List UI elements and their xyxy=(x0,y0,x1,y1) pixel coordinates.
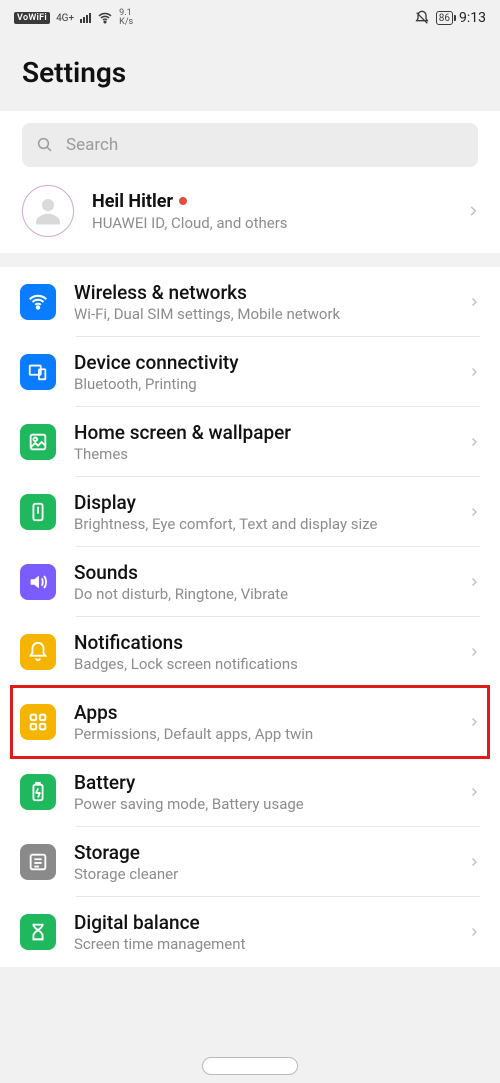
row-subtitle: Permissions, Default apps, App twin xyxy=(74,725,450,743)
notification-dot-icon xyxy=(179,197,187,205)
clock: 9:13 xyxy=(459,10,486,26)
row-subtitle: Wi-Fi, Dual SIM settings, Mobile network xyxy=(74,305,450,323)
apps-icon xyxy=(20,704,56,740)
row-title: Wireless & networks xyxy=(74,281,450,304)
notif-icon xyxy=(20,634,56,670)
profile-name: Heil Hitler xyxy=(92,191,448,212)
row-subtitle: Badges, Lock screen notifications xyxy=(74,655,450,673)
chevron-right-icon xyxy=(468,572,480,592)
settings-list: Wireless & networksWi-Fi, Dual SIM setti… xyxy=(0,267,500,967)
settings-row-display[interactable]: DisplayBrightness, Eye comfort, Text and… xyxy=(0,477,500,547)
chevron-right-icon xyxy=(468,712,480,732)
chevron-right-icon xyxy=(468,852,480,872)
row-title: Battery xyxy=(74,771,450,794)
row-subtitle: Do not disturb, Ringtone, Vibrate xyxy=(74,585,450,603)
signal-bars-icon xyxy=(80,13,91,23)
row-title: Device connectivity xyxy=(74,351,450,374)
battery-icon xyxy=(20,774,56,810)
dnd-icon xyxy=(414,10,430,26)
search-placeholder: Search xyxy=(66,135,118,155)
avatar xyxy=(22,185,74,237)
chevron-right-icon xyxy=(468,502,480,522)
settings-row-storage[interactable]: StorageStorage cleaner xyxy=(0,827,500,897)
profile-row[interactable]: Heil Hitler HUAWEI ID, Cloud, and others xyxy=(0,175,500,253)
row-subtitle: Storage cleaner xyxy=(74,865,450,883)
settings-row-notif[interactable]: NotificationsBadges, Lock screen notific… xyxy=(0,617,500,687)
row-title: Apps xyxy=(74,701,450,724)
settings-row-devconn[interactable]: Device connectivityBluetooth, Printing xyxy=(0,337,500,407)
chevron-right-icon xyxy=(468,432,480,452)
storage-icon xyxy=(20,844,56,880)
chevron-right-icon xyxy=(468,922,480,942)
row-title: Notifications xyxy=(74,631,450,654)
row-title: Digital balance xyxy=(74,911,450,934)
settings-row-apps[interactable]: AppsPermissions, Default apps, App twin xyxy=(0,687,500,757)
row-title: Storage xyxy=(74,841,450,864)
settings-row-wifi[interactable]: Wireless & networksWi-Fi, Dual SIM setti… xyxy=(0,267,500,337)
chevron-right-icon xyxy=(468,782,480,802)
row-subtitle: Bluetooth, Printing xyxy=(74,375,450,393)
gesture-pill[interactable] xyxy=(202,1057,298,1075)
row-subtitle: Themes xyxy=(74,445,450,463)
battery-indicator: 86 xyxy=(436,11,453,25)
vowifi-badge: VoWiFi xyxy=(14,12,50,24)
settings-row-home[interactable]: Home screen & wallpaperThemes xyxy=(0,407,500,477)
net-speed: 9.1 K/s xyxy=(119,9,133,27)
row-subtitle: Brightness, Eye comfort, Text and displa… xyxy=(74,515,450,533)
settings-row-sound[interactable]: SoundsDo not disturb, Ringtone, Vibrate xyxy=(0,547,500,617)
display-icon xyxy=(20,494,56,530)
devconn-icon xyxy=(20,354,56,390)
profile-subtitle: HUAWEI ID, Cloud, and others xyxy=(92,214,448,232)
search-input[interactable]: Search xyxy=(22,123,478,167)
chevron-right-icon xyxy=(468,642,480,662)
row-title: Home screen & wallpaper xyxy=(74,421,450,444)
status-bar: VoWiFi 4G+ 9.1 K/s 86 9:13 xyxy=(0,0,500,36)
search-icon xyxy=(36,136,54,154)
page-header: Settings xyxy=(0,36,500,111)
wifi-icon xyxy=(97,10,113,26)
chevron-right-icon xyxy=(468,292,480,312)
sound-icon xyxy=(20,564,56,600)
settings-row-battery[interactable]: BatteryPower saving mode, Battery usage xyxy=(0,757,500,827)
chevron-right-icon xyxy=(466,201,480,221)
network-gen: 4G+ xyxy=(56,14,74,23)
row-title: Display xyxy=(74,491,450,514)
row-subtitle: Screen time management xyxy=(74,935,450,953)
chevron-right-icon xyxy=(468,362,480,382)
page-title: Settings xyxy=(22,56,478,89)
wifi-icon xyxy=(20,284,56,320)
row-title: Sounds xyxy=(74,561,450,584)
home-icon xyxy=(20,424,56,460)
digbal-icon xyxy=(20,914,56,950)
settings-row-digbal[interactable]: Digital balanceScreen time management xyxy=(0,897,500,967)
row-subtitle: Power saving mode, Battery usage xyxy=(74,795,450,813)
